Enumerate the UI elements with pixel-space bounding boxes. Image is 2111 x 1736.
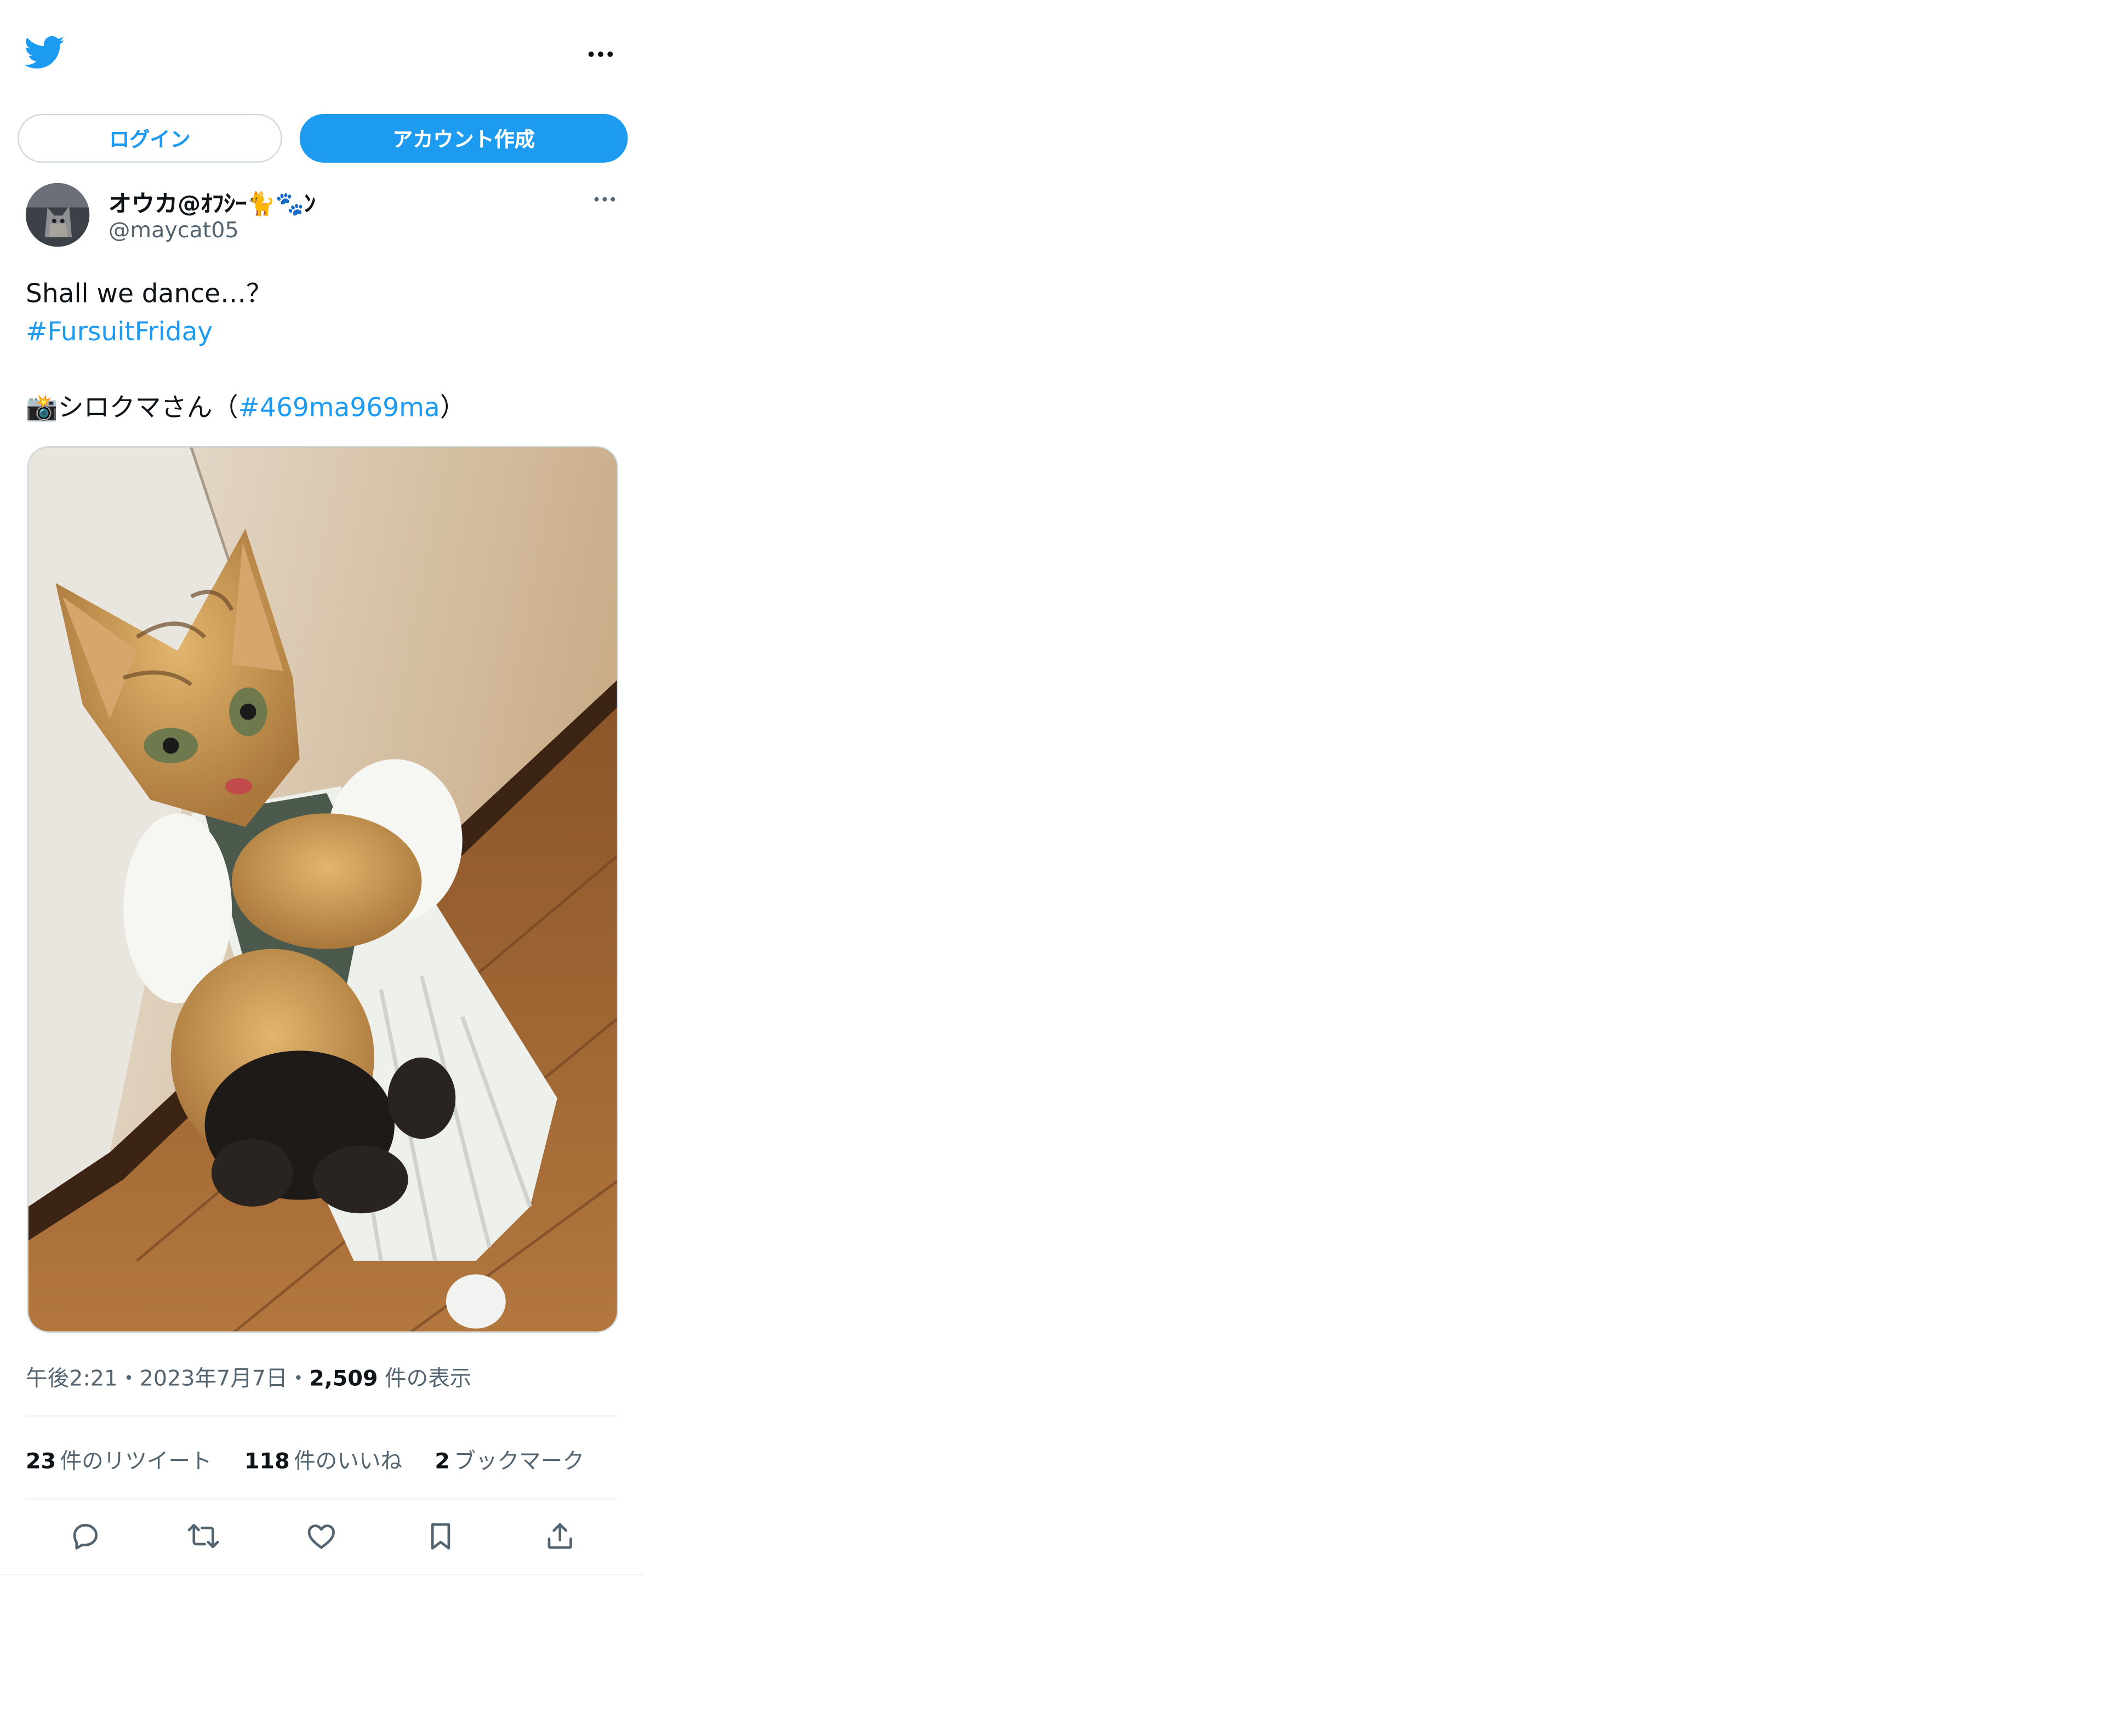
likes-label: 件のいいね bbox=[294, 1448, 403, 1474]
views-count: 2,509 bbox=[309, 1365, 378, 1391]
hashtag-link[interactable]: #469ma969ma bbox=[238, 393, 440, 422]
retweets-stat[interactable]: 23 件のリツイート bbox=[26, 1442, 212, 1475]
tweet-more-icon[interactable] bbox=[587, 187, 622, 212]
divider bbox=[0, 1574, 644, 1575]
reply-icon[interactable] bbox=[68, 1518, 103, 1554]
likes-stat[interactable]: 118 件のいいね bbox=[244, 1442, 402, 1475]
tweet-time[interactable]: 午後2:21 bbox=[26, 1365, 118, 1391]
meta-separator: ・ bbox=[118, 1365, 140, 1391]
retweets-count: 23 bbox=[26, 1448, 56, 1474]
avatar[interactable] bbox=[26, 182, 90, 247]
tweet-text-line: Shall we dance…？ bbox=[26, 279, 272, 310]
meta-separator: ・ bbox=[287, 1365, 310, 1391]
tweet-stats: 23 件のリツイート 118 件のいいね 2 ブックマーク bbox=[26, 1442, 584, 1475]
share-icon[interactable] bbox=[543, 1518, 578, 1554]
bookmarks-count: 2 bbox=[435, 1448, 450, 1474]
author-display-name[interactable]: オウカ@ｵﾌｼｰ🐈🐾ﾝ bbox=[109, 184, 316, 218]
author-handle[interactable]: @maycat05 bbox=[109, 217, 239, 243]
divider bbox=[26, 1498, 619, 1500]
tweet-meta: 午後2:21・2023年7月7日・2,509 件の表示 bbox=[26, 1360, 471, 1392]
likes-count: 118 bbox=[244, 1448, 290, 1474]
tweet-date[interactable]: 2023年7月7日 bbox=[140, 1365, 288, 1391]
tweet-text-line: #FursuitFriday bbox=[26, 316, 213, 348]
login-button[interactable]: ログイン bbox=[18, 113, 282, 163]
photographer-credit: シロクマさん（ bbox=[58, 393, 238, 423]
retweets-label: 件のリツイート bbox=[60, 1448, 212, 1474]
bookmarks-stat[interactable]: 2 ブックマーク bbox=[435, 1442, 584, 1475]
retweet-icon[interactable] bbox=[186, 1518, 221, 1554]
like-icon[interactable] bbox=[304, 1518, 339, 1554]
create-account-button[interactable]: アカウント作成 bbox=[299, 113, 628, 163]
tweet-photo[interactable] bbox=[27, 446, 619, 1333]
credit-suffix: ） bbox=[440, 393, 466, 423]
camera-emoji-icon: 📸 bbox=[26, 393, 58, 423]
more-horizontal-icon[interactable] bbox=[580, 41, 621, 67]
twitter-bird-icon[interactable] bbox=[24, 35, 65, 70]
bookmarks-label: ブックマーク bbox=[454, 1448, 584, 1474]
tweet-text-line: 📸シロクマさん（#469ma969ma） bbox=[26, 392, 466, 424]
divider bbox=[26, 1415, 619, 1417]
hashtag-link[interactable]: #FursuitFriday bbox=[26, 317, 213, 347]
bookmark-icon[interactable] bbox=[423, 1518, 458, 1554]
views-label: 件の表示 bbox=[385, 1365, 472, 1391]
